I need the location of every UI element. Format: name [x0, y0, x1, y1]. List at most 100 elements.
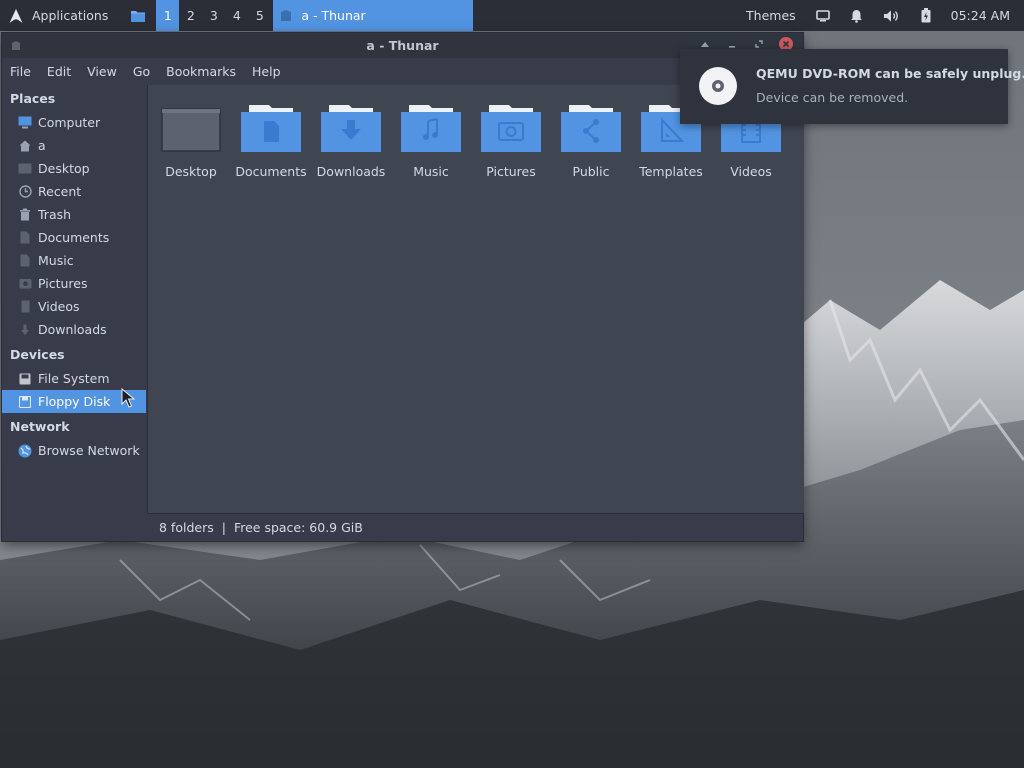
- file-manager-icon: [131, 10, 146, 22]
- sidebar-item-music[interactable]: Music: [2, 249, 146, 272]
- folder-desktop[interactable]: Desktop: [151, 103, 231, 179]
- display-button[interactable]: [806, 0, 840, 31]
- pictures-icon: [18, 277, 32, 291]
- devices-heading: Devices: [10, 347, 65, 362]
- sidebar-item-videos[interactable]: Videos: [2, 295, 146, 318]
- network-heading: Network: [10, 419, 70, 434]
- sidebar-item-label: File System: [38, 371, 110, 386]
- sidebar: Places Computer a Desktop Recent Trash D…: [2, 85, 146, 541]
- folder-downloads[interactable]: Downloads: [311, 103, 391, 179]
- sidebar-item-label: Recent: [38, 184, 82, 199]
- folder-documents[interactable]: Documents: [231, 103, 311, 179]
- workspace-3[interactable]: 3: [202, 0, 225, 31]
- workspace-1[interactable]: 1: [156, 0, 180, 31]
- themes-label: Themes: [746, 8, 796, 23]
- close-icon: [782, 40, 790, 48]
- sidebar-item-browse-network[interactable]: Browse Network: [2, 439, 146, 462]
- notifications-button[interactable]: [840, 0, 873, 31]
- workspace-5[interactable]: 5: [248, 0, 271, 31]
- public-folder-icon: [561, 105, 621, 152]
- volume-button[interactable]: [873, 0, 911, 31]
- menu-help[interactable]: Help: [244, 64, 289, 79]
- arch-logo-icon: [9, 8, 23, 23]
- recent-icon: [18, 185, 32, 199]
- sidebar-item-desktop[interactable]: Desktop: [2, 157, 146, 180]
- folder-public[interactable]: Public: [551, 103, 631, 179]
- folder-label: Music: [413, 164, 449, 179]
- sidebar-item-file-system[interactable]: File System: [2, 367, 146, 390]
- desktop-folder-icon: [161, 108, 221, 152]
- optical-disc-icon: [699, 67, 737, 105]
- sidebar-item-label: Browse Network: [38, 443, 140, 458]
- menu-bookmarks[interactable]: Bookmarks: [158, 64, 244, 79]
- music-icon: [18, 254, 32, 268]
- sidebar-item-recent[interactable]: Recent: [2, 180, 146, 203]
- clock[interactable]: 05:24 AM: [941, 0, 1024, 31]
- downloads-icon: [18, 323, 32, 337]
- sidebar-item-trash[interactable]: Trash: [2, 203, 146, 226]
- sidebar-item-documents[interactable]: Documents: [2, 226, 146, 249]
- folder-pictures[interactable]: Pictures: [471, 103, 551, 179]
- thunar-icon: [281, 9, 292, 21]
- taskbar-button-thunar[interactable]: a - Thunar: [273, 0, 474, 31]
- pictures-folder-icon: [481, 105, 541, 152]
- videos-icon: [18, 300, 32, 314]
- folder-label: Desktop: [165, 164, 217, 179]
- file-manager-launcher[interactable]: [116, 0, 156, 31]
- sidebar-item-home[interactable]: a: [2, 134, 146, 157]
- downloads-folder-icon: [321, 105, 381, 152]
- folder-count: 8 folders: [159, 520, 214, 535]
- sidebar-item-label: Documents: [38, 230, 110, 245]
- file-view[interactable]: Desktop Documents Downloads Music Pictur…: [147, 85, 804, 513]
- top-panel: Applications 1 2 3 4 5 a - Thunar Themes…: [0, 0, 1024, 31]
- home-icon: [18, 139, 32, 153]
- network-icon: [18, 444, 32, 458]
- folder-label: Public: [572, 164, 610, 179]
- maximize-icon: [755, 40, 763, 48]
- sidebar-item-label: Trash: [38, 207, 72, 222]
- statusbar: 8 folders | Free space: 60.9 GiB: [147, 513, 803, 541]
- folder-label: Templates: [639, 164, 703, 179]
- documents-icon: [18, 231, 32, 245]
- sidebar-item-downloads[interactable]: Downloads: [2, 318, 146, 341]
- applications-menu[interactable]: Applications: [0, 0, 116, 31]
- sidebar-item-label: Computer: [38, 115, 101, 130]
- display-icon: [815, 9, 830, 21]
- notification-title: QEMU DVD-ROM can be safely unplug...: [756, 66, 1024, 81]
- sidebar-item-label: Floppy Disk: [38, 394, 111, 409]
- sidebar-item-label: Videos: [38, 299, 80, 314]
- chevron-up-icon: [701, 42, 709, 47]
- floppy-icon: [18, 395, 32, 409]
- task-title: a - Thunar: [301, 8, 366, 23]
- minimize-icon: [729, 46, 735, 48]
- status-separator: |: [221, 520, 226, 535]
- menu-file[interactable]: File: [2, 64, 39, 79]
- folder-music[interactable]: Music: [391, 103, 471, 179]
- workspace-4[interactable]: 4: [225, 0, 248, 31]
- drive-icon: [18, 372, 32, 386]
- sidebar-item-label: a: [38, 138, 46, 153]
- folder-label: Documents: [235, 164, 307, 179]
- menu-edit[interactable]: Edit: [39, 64, 79, 79]
- power-button[interactable]: [911, 0, 941, 31]
- sidebar-item-label: Pictures: [38, 276, 88, 291]
- sidebar-item-pictures[interactable]: Pictures: [2, 272, 146, 295]
- sidebar-item-computer[interactable]: Computer: [2, 111, 146, 134]
- folder-label: Pictures: [486, 164, 536, 179]
- workspace-2[interactable]: 2: [179, 0, 202, 31]
- themes-button[interactable]: Themes: [736, 0, 806, 31]
- folder-label: Videos: [730, 164, 772, 179]
- desktop-icon: [18, 162, 32, 176]
- places-heading: Places: [10, 91, 56, 106]
- notification-popup[interactable]: QEMU DVD-ROM can be safely unplug... Dev…: [680, 49, 1024, 124]
- bell-icon: [850, 9, 862, 23]
- music-folder-icon: [401, 105, 461, 152]
- menu-view[interactable]: View: [79, 64, 125, 79]
- folder-label: Downloads: [316, 164, 386, 179]
- documents-folder-icon: [241, 105, 301, 152]
- menu-go[interactable]: Go: [125, 64, 158, 79]
- sidebar-item-label: Downloads: [38, 322, 107, 337]
- notification-body: Device can be removed.: [756, 90, 909, 105]
- free-space: Free space: 60.9 GiB: [233, 520, 363, 535]
- window-menu-icon[interactable]: [11, 40, 21, 51]
